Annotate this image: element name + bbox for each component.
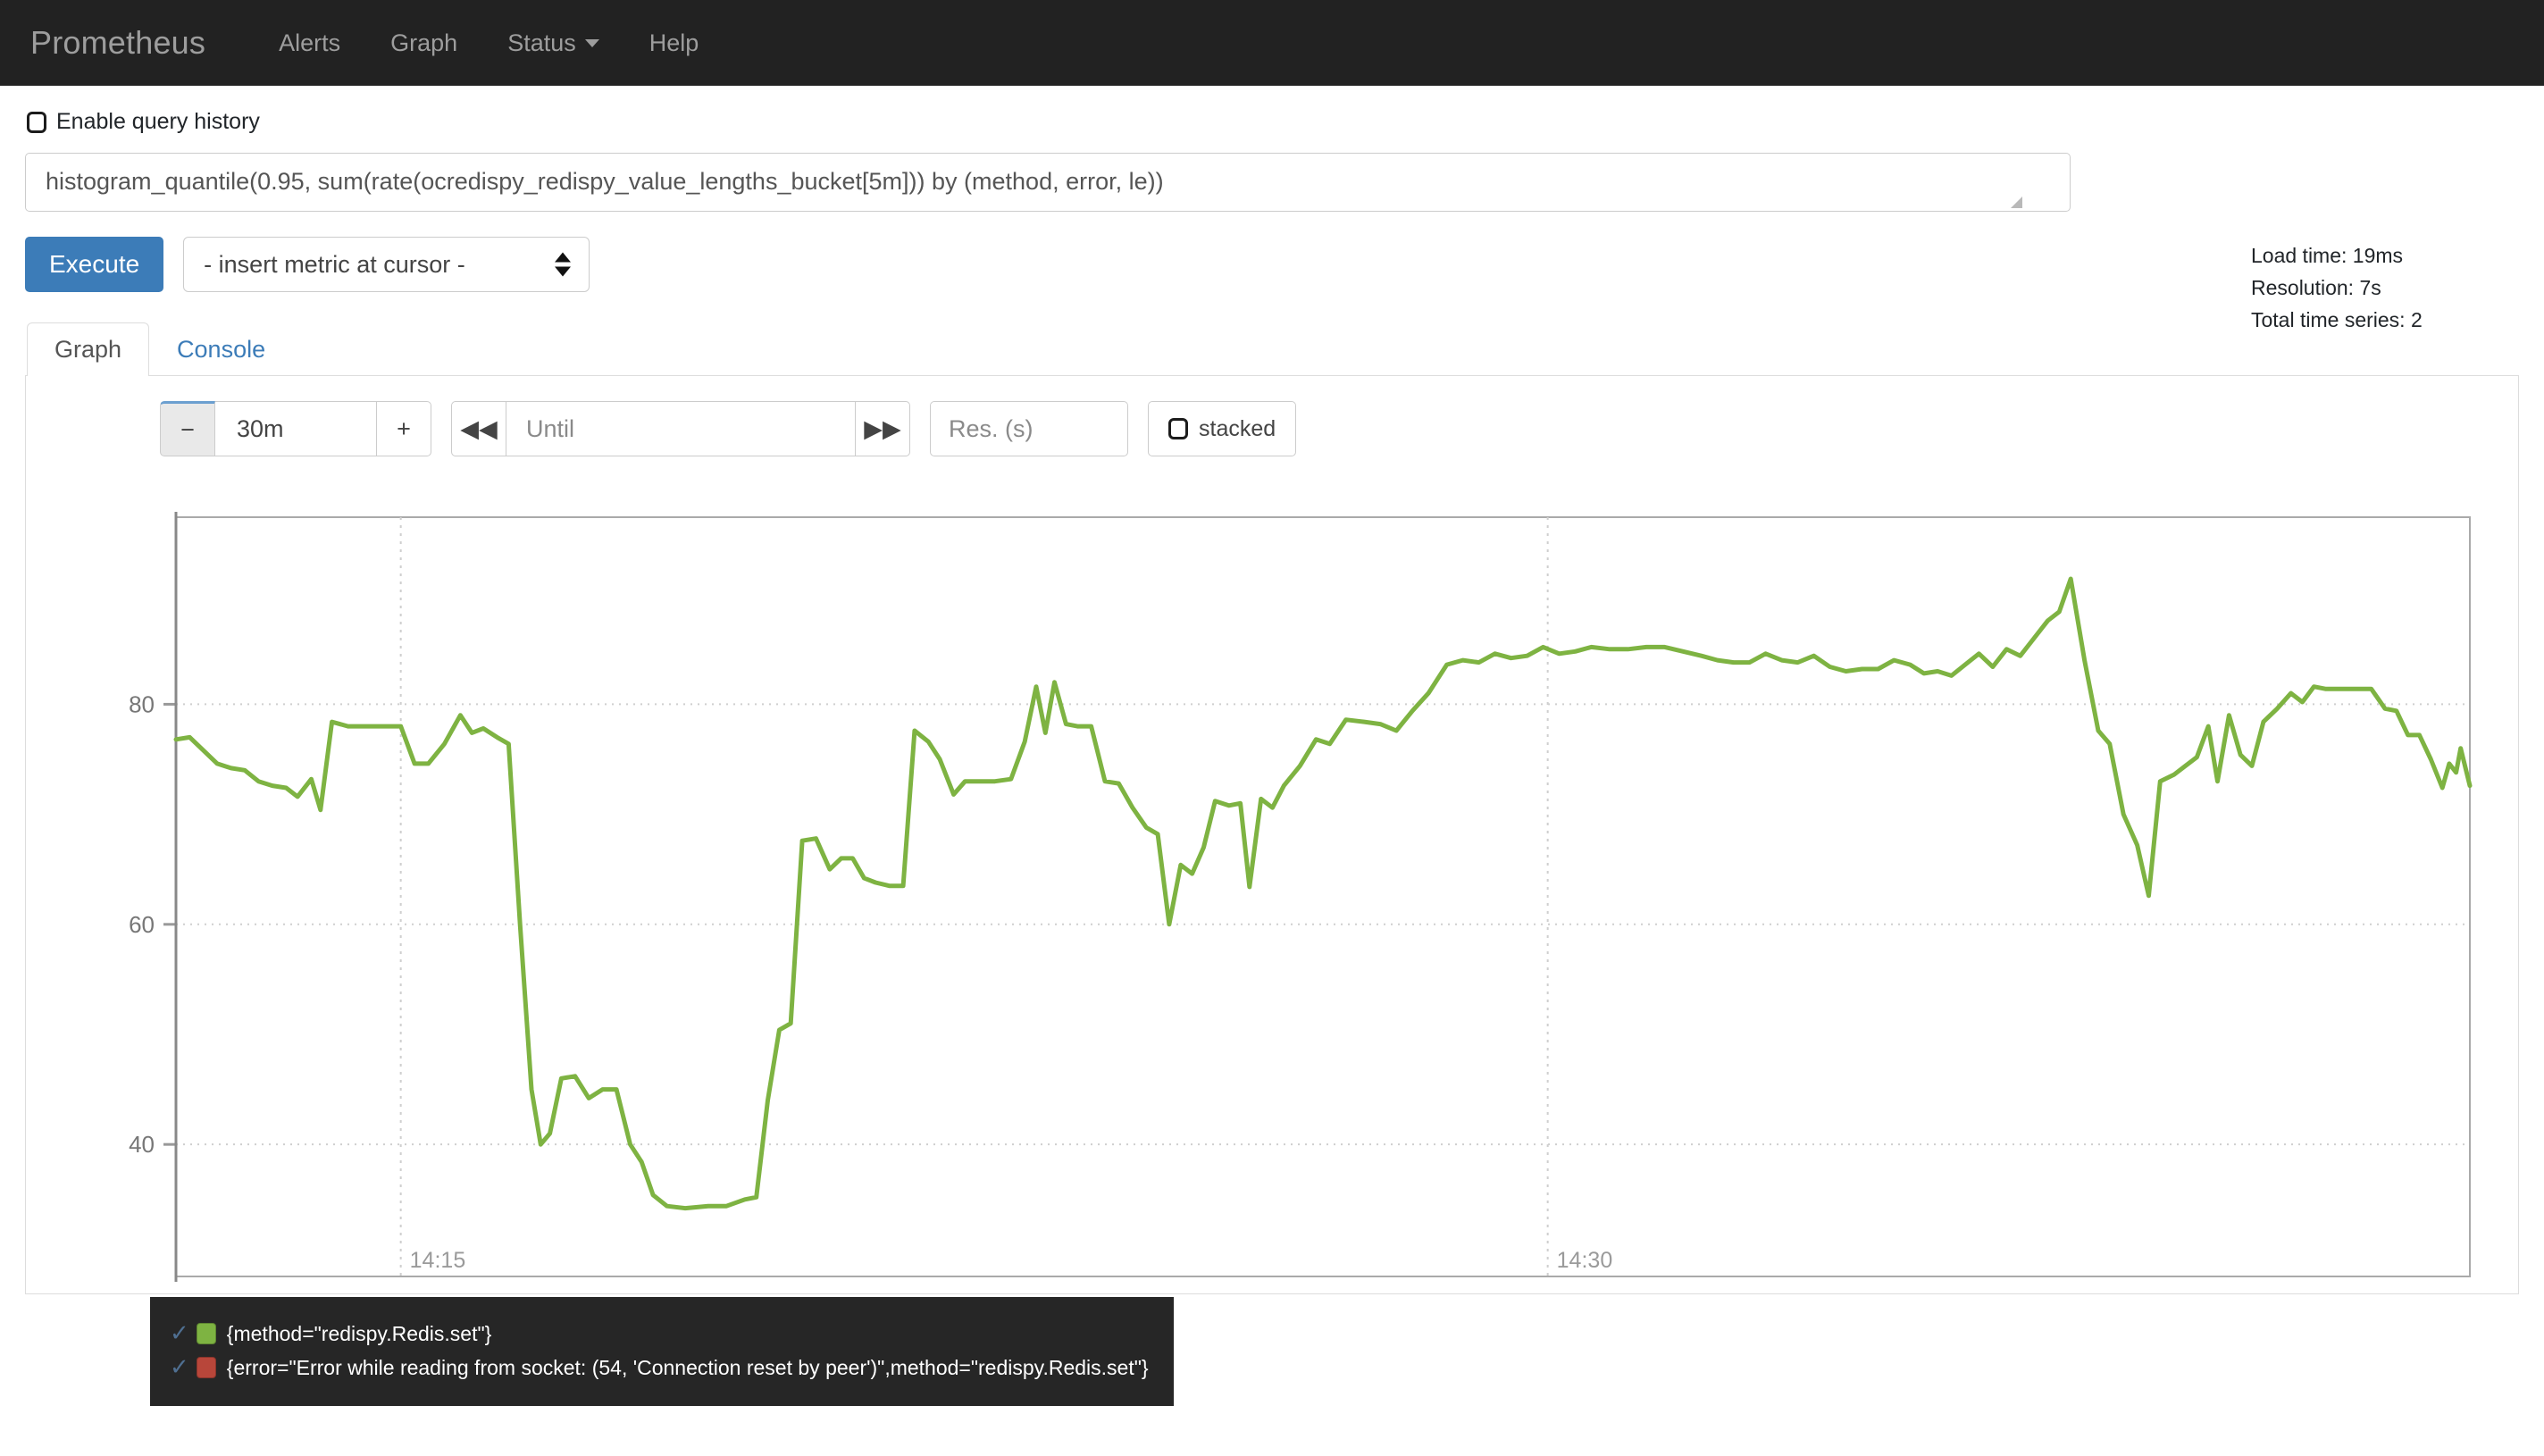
expression-input[interactable]: histogram_quantile(0.95, sum(rate(ocredi… xyxy=(25,153,2071,212)
select-spinner-icon xyxy=(555,252,572,277)
query-history-row: Enable query history xyxy=(27,109,2519,135)
nav-item-help[interactable]: Help xyxy=(624,29,724,57)
nav-label-help: Help xyxy=(649,29,699,56)
resolution-text: Resolution: 7s xyxy=(2251,276,2381,299)
range-group: − 30m + xyxy=(160,401,431,456)
svg-text:40: 40 xyxy=(129,1131,155,1158)
stacked-checkbox[interactable] xyxy=(1168,418,1188,439)
legend-color-swatch xyxy=(196,1323,216,1344)
legend-label: {error="Error while reading from socket:… xyxy=(226,1355,1149,1379)
tab-graph[interactable]: Graph xyxy=(27,322,150,376)
execute-button[interactable]: Execute xyxy=(25,237,164,292)
chevron-down-icon xyxy=(584,38,599,47)
range-input[interactable]: 30m xyxy=(215,401,376,456)
range-controls: − 30m + ◀◀ Until ▶▶ Res. (s) stacked xyxy=(26,376,2518,456)
graph-area: 40 60 80 14:15 14:30 xyxy=(26,492,2518,1296)
query-stats: Load time: 19ms Resolution: 7s Total tim… xyxy=(2251,239,2519,336)
nav-item-status[interactable]: Status xyxy=(482,29,624,57)
legend-color-swatch xyxy=(196,1357,216,1378)
nav-item-alerts[interactable]: Alerts xyxy=(254,29,365,57)
svg-text:60: 60 xyxy=(129,911,155,938)
stacked-group: stacked xyxy=(1148,401,1297,456)
expression-wrap: histogram_quantile(0.95, sum(rate(ocredi… xyxy=(25,153,2519,212)
insert-metric-selected-value: - insert metric at cursor - xyxy=(204,250,465,278)
brand-link[interactable]: Prometheus xyxy=(30,24,205,62)
textarea-resize-handle[interactable] xyxy=(2011,197,2022,208)
page-container: Enable query history histogram_quantile(… xyxy=(0,109,2544,1294)
step-forward-button[interactable]: ▶▶ xyxy=(855,401,910,456)
time-group: ◀◀ Until ▶▶ xyxy=(451,401,910,456)
time-series-chart[interactable]: 40 60 80 14:15 14:30 xyxy=(26,492,2518,1296)
tab-console[interactable]: Console xyxy=(149,322,293,376)
navbar: Prometheus Alerts Graph Status Help xyxy=(0,0,2544,86)
load-time-text: Load time: 19ms xyxy=(2251,244,2404,267)
resolution-group: Res. (s) xyxy=(930,401,1128,456)
execute-row: Execute - insert metric at cursor - xyxy=(25,237,2519,292)
nav-label-status: Status xyxy=(507,29,576,56)
svg-text:14:30: 14:30 xyxy=(1557,1248,1613,1273)
legend-item[interactable]: ✓ {method="redispy.Redis.set"} xyxy=(170,1317,1149,1351)
resolution-input[interactable]: Res. (s) xyxy=(930,401,1128,456)
nav-label-alerts: Alerts xyxy=(279,29,341,56)
check-icon: ✓ xyxy=(170,1354,189,1381)
nav-label-graph: Graph xyxy=(390,29,458,56)
total-series-text: Total time series: 2 xyxy=(2251,308,2423,331)
stacked-toggle[interactable]: stacked xyxy=(1148,401,1297,456)
enable-query-history-checkbox[interactable] xyxy=(27,111,46,133)
check-icon: ✓ xyxy=(170,1320,189,1347)
decrease-range-button[interactable]: − xyxy=(160,401,215,456)
graph-legend: ✓ {method="redispy.Redis.set"} ✓ {error=… xyxy=(150,1297,1174,1406)
nav-item-graph[interactable]: Graph xyxy=(365,29,482,57)
stacked-label: stacked xyxy=(1199,415,1276,441)
until-input[interactable]: Until xyxy=(506,401,855,456)
enable-query-history-label: Enable query history xyxy=(56,109,260,134)
svg-text:14:15: 14:15 xyxy=(410,1248,466,1273)
tab-bar: Graph Console xyxy=(25,322,2519,376)
graph-panel: − 30m + ◀◀ Until ▶▶ Res. (s) stacked 40 xyxy=(25,376,2519,1294)
increase-range-button[interactable]: + xyxy=(376,401,431,456)
step-backward-button[interactable]: ◀◀ xyxy=(451,401,506,456)
legend-label: {method="redispy.Redis.set"} xyxy=(226,1321,492,1345)
insert-metric-select[interactable]: - insert metric at cursor - xyxy=(183,237,590,292)
legend-item[interactable]: ✓ {error="Error while reading from socke… xyxy=(170,1351,1149,1385)
svg-text:80: 80 xyxy=(129,690,155,717)
